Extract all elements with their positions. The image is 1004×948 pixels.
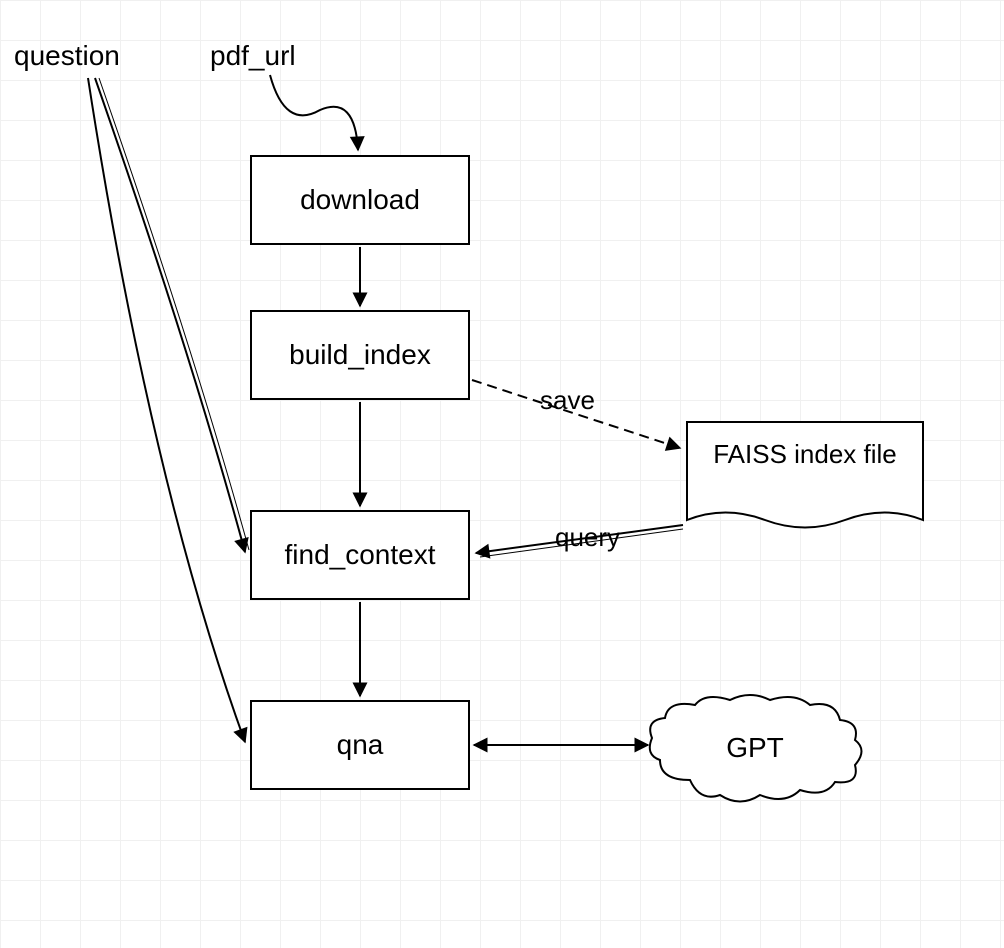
arrow-question-to-findcontext (95, 78, 245, 552)
node-build-index: build_index (250, 310, 470, 400)
node-gpt-label: GPT (726, 732, 784, 763)
node-build-index-label: build_index (289, 339, 431, 371)
node-find-context-label: find_context (285, 539, 436, 571)
node-qna: qna (250, 700, 470, 790)
node-faiss: FAISS index file (685, 420, 925, 540)
node-faiss-label: FAISS index file (713, 439, 897, 469)
node-download-label: download (300, 184, 420, 216)
input-question-label: question (14, 40, 120, 72)
input-pdfurl-label: pdf_url (210, 40, 296, 72)
edge-save-label: save (540, 385, 595, 416)
node-qna-label: qna (337, 729, 384, 761)
arrow-pdfurl-to-download (270, 75, 358, 150)
node-download: download (250, 155, 470, 245)
edge-query-label: query (555, 522, 620, 553)
node-gpt: GPT (640, 690, 870, 810)
arrow-question-to-qna (88, 78, 245, 742)
node-find-context: find_context (250, 510, 470, 600)
